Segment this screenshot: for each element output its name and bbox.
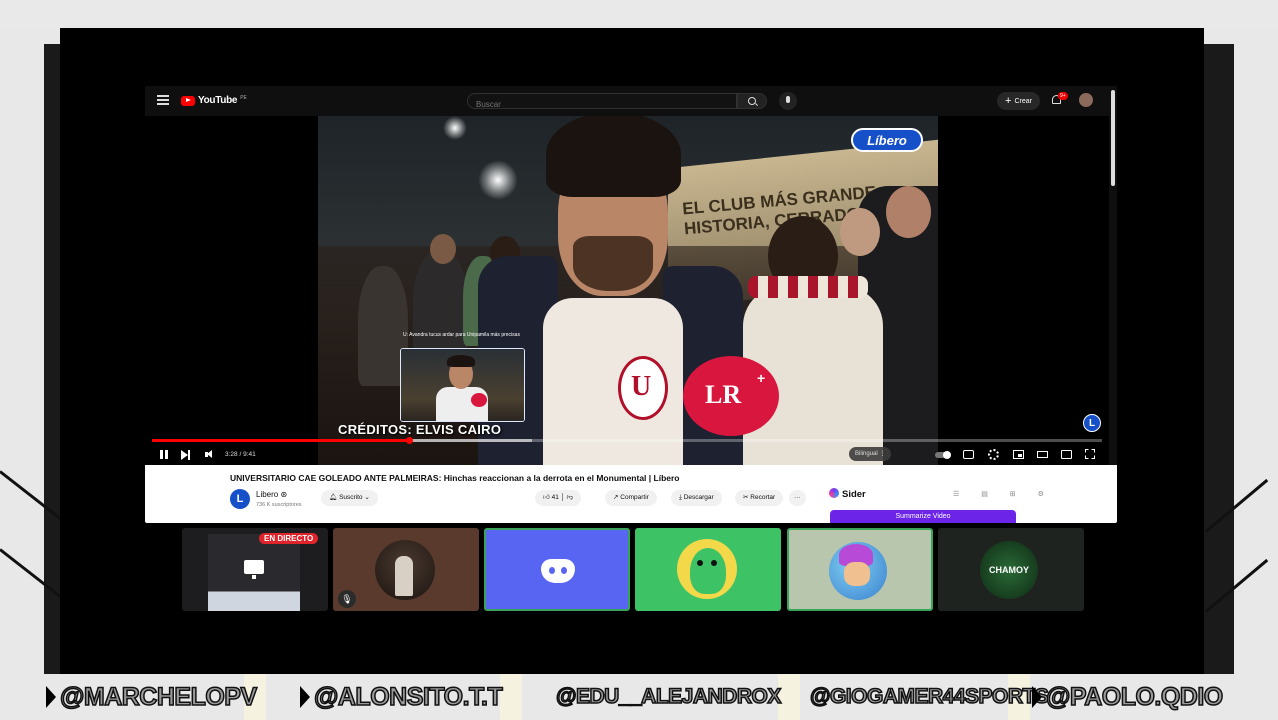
video-info: UNIVERSITARIO CAE GOLEADO ANTE PALMEIRAS… [145, 465, 1117, 523]
sider-toolbar-icons[interactable]: ☰ ▤ ⊞ ⚙ [953, 490, 1054, 498]
mic-muted-icon: 🎙 [338, 590, 356, 608]
avatar-face [844, 562, 870, 586]
participant-tile-chamoy[interactable]: CHAMOY [938, 528, 1084, 611]
channel-watermark[interactable]: L [1083, 414, 1101, 432]
background-top [0, 0, 1278, 28]
nameplate-2: @ALONSITO.T.T [300, 674, 504, 720]
time-display: 3:28 / 9:41 [225, 451, 256, 458]
voice-search-icon[interactable] [779, 92, 797, 110]
video-title: UNIVERSITARIO CAE GOLEADO ANTE PALMEIRAS… [230, 473, 680, 483]
discord-icon [541, 559, 575, 583]
interviewee-beard [573, 236, 653, 291]
arrow-icon [46, 686, 56, 708]
stadium-light [443, 116, 467, 140]
autoplay-toggle[interactable] [935, 451, 951, 459]
sider-logo-icon [829, 488, 839, 498]
arrow-icon [1032, 686, 1042, 708]
youtube-play-icon [181, 95, 195, 106]
pip-person-hair [447, 355, 475, 367]
nameplate-1: @MARCHELOPV [46, 674, 258, 720]
universitario-logo: U [618, 356, 668, 420]
progress-played [152, 439, 409, 442]
next-icon[interactable] [181, 449, 191, 461]
theater-mode-icon[interactable] [1037, 451, 1048, 458]
create-button[interactable]: + Crear [997, 92, 1040, 110]
subscriber-count: 736 K suscriptores [256, 502, 302, 508]
arrow-icon [300, 686, 310, 708]
participant-tile-green[interactable] [635, 528, 781, 611]
channel-avatar[interactable]: L [230, 489, 250, 509]
bell-icon: 🔔︎ [329, 494, 340, 501]
youtube-country-code: PE [240, 94, 247, 101]
pip-microphone [471, 393, 487, 407]
participant-tile-sonic[interactable] [787, 528, 933, 611]
bystander-head [840, 208, 880, 256]
video-player[interactable]: EL CLUB MÁS GRANDE HISTORIA, CERRADO U LR… [145, 116, 1109, 465]
crowd-person [413, 251, 468, 361]
progress-buffered [408, 439, 532, 442]
settings-gear-icon[interactable] [988, 449, 999, 460]
crowd-head [430, 234, 456, 264]
participant-tile-camera[interactable]: 🎙 [333, 528, 479, 611]
share-button[interactable]: ↗ Compartir [605, 490, 657, 506]
subscribe-button[interactable]: 🔔︎ Suscrito ⌄ [321, 490, 378, 506]
participant-tile-stream[interactable]: EN DIRECTO [182, 528, 328, 611]
create-label: Crear [1014, 98, 1032, 105]
pause-icon[interactable] [160, 449, 169, 461]
live-badge: EN DIRECTO [259, 533, 319, 544]
stadium-light [478, 160, 518, 200]
thumbs-down-icon: 👎︎ [566, 494, 574, 501]
sider-panel-title: Sider [829, 488, 866, 500]
reporter-scarf [748, 276, 868, 298]
subtitle-language-chip[interactable]: Bilingual ⋮ [849, 447, 892, 461]
participant-figure [395, 556, 413, 596]
menu-icon[interactable] [157, 95, 169, 105]
lr-microphone: LR + [683, 356, 779, 436]
clip-button[interactable]: ✂ Recortar [735, 490, 784, 506]
volume-icon[interactable] [205, 449, 217, 461]
video-credits: CRÉDITOS: ELVIS CAIRO [338, 422, 502, 437]
page-scrollbar[interactable] [1111, 90, 1115, 186]
monitor-icon [244, 560, 264, 579]
youtube-header: YouTube PE +Crear 9+ [145, 86, 1117, 116]
progress-scrubber[interactable] [405, 437, 413, 444]
miniplayer-icon[interactable] [1013, 450, 1024, 459]
more-actions-button[interactable]: ··· [789, 490, 806, 506]
search-box [467, 93, 737, 112]
bystander-head [886, 186, 931, 238]
background-right-band [1200, 44, 1234, 684]
youtube-logo-text: YouTube [198, 95, 238, 106]
fullscreen-icon[interactable] [1085, 449, 1096, 460]
download-button[interactable]: ⤓ Descargar [671, 490, 722, 506]
progress-bar[interactable] [152, 439, 1102, 442]
name-bar-divider [500, 674, 522, 720]
picture-in-picture-preview [400, 348, 525, 422]
channel-name[interactable]: Libero ⊛ [256, 490, 287, 499]
plus-icon: + [1005, 95, 1012, 107]
interviewee-hair [546, 116, 681, 197]
nameplate-5: @PAOLO.QDIO [1032, 674, 1224, 720]
youtube-logo[interactable]: YouTube PE [181, 95, 247, 106]
nameplate-4: @GIOGAMER44SPORTS [809, 684, 1049, 709]
search-icon [748, 97, 756, 105]
captions-icon[interactable] [963, 450, 974, 459]
name-bar-divider [778, 674, 800, 720]
libero-watermark: Líbero [851, 128, 923, 152]
avatar-character [690, 548, 726, 594]
nameplate-3: @EDU__ALEJANDROX [555, 684, 782, 709]
search-input[interactable] [468, 97, 726, 112]
summarize-video-button[interactable]: Summarize Video [830, 510, 1016, 523]
cast-icon[interactable] [1061, 450, 1072, 459]
search-button[interactable] [737, 93, 767, 109]
thumbs-up-icon: 👍︎ [543, 494, 552, 501]
participant-name: CHAMOY [989, 565, 1029, 575]
youtube-window: YouTube PE +Crear 9+ EL CLUB MÁS GRANDEH… [145, 86, 1117, 523]
notification-badge: 9+ [1058, 92, 1068, 100]
participant-tile-discord[interactable] [484, 528, 630, 611]
account-avatar[interactable] [1079, 93, 1093, 107]
pip-caption: U: Avandra tucus ardar para Unipamila má… [403, 332, 520, 338]
like-button[interactable]: 👍︎ 41 │ 👎︎ [535, 490, 582, 506]
